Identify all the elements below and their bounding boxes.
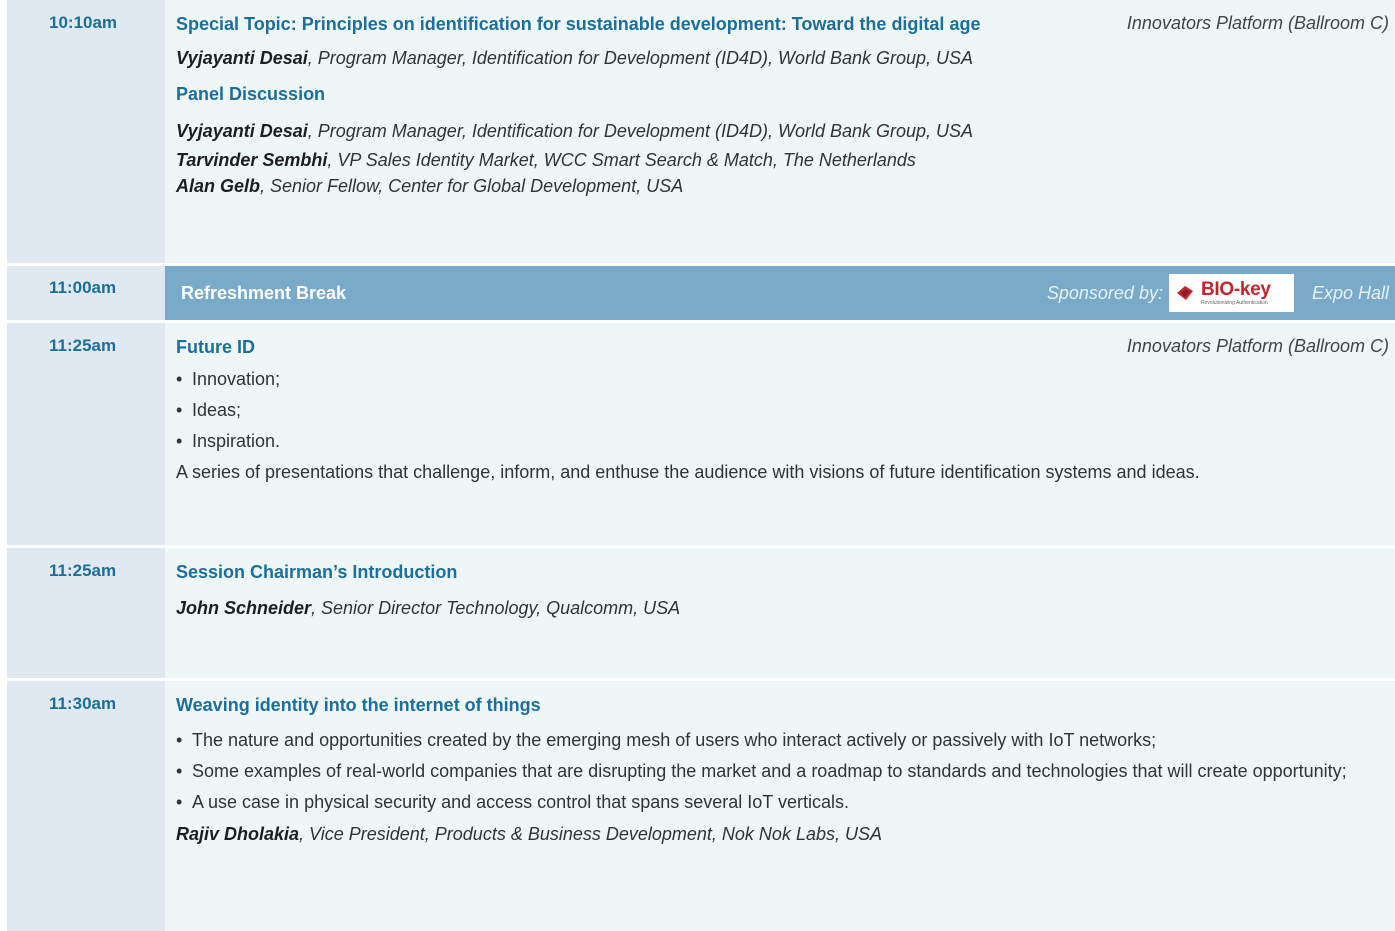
session-content: Special Topic: Principles on identificat… — [165, 0, 1395, 263]
bullet-glyph: • — [176, 431, 183, 451]
speaker-role: , VP Sales Identity Market, WCC Smart Se… — [327, 150, 916, 170]
bullet-item: • Some examples of real-world companies t… — [176, 759, 1389, 783]
bullet-text: The nature and opportunities created by … — [192, 730, 1157, 750]
bullet-text: A use case in physical security and acce… — [192, 792, 849, 812]
session-row: 11:25am Session Chairman’s Introduction … — [7, 548, 1395, 678]
session-row: 11:25am Future ID Innovators Platform (B… — [7, 323, 1395, 545]
speaker-line: John Schneider, Senior Director Technolo… — [176, 595, 1389, 621]
speaker-line: Vyjayanti Desai, Program Manager, Identi… — [176, 115, 1389, 147]
bio-key-mark-icon — [1176, 286, 1193, 300]
panel-title: Panel Discussion — [176, 84, 326, 104]
agenda-page: 10:10am Special Topic: Principles on ide… — [0, 0, 1395, 931]
bullet-text: Inspiration. — [192, 431, 281, 451]
speaker-role: , Senior Director Technology, Qualcomm, … — [311, 598, 681, 618]
bullet-glyph: • — [176, 369, 183, 389]
speaker-name: Rajiv Dholakia — [176, 824, 300, 844]
bullet-item: • Innovation; — [176, 367, 1389, 391]
panel-speakers: Vyjayanti Desai, Program Manager, Identi… — [176, 115, 1389, 199]
bullet-item: • A use case in physical security and acc… — [176, 790, 1389, 814]
bullet-list: • Innovation; • Ideas; • Inspiration. — [176, 367, 1389, 453]
sponsored-label: Sponsored by: — [1046, 282, 1163, 303]
session-content: Weaving identity into the internet of th… — [165, 681, 1395, 931]
speaker-role: , Program Manager, Identification for De… — [307, 121, 974, 141]
session-row: 11:30am Weaving identity into the intern… — [7, 681, 1395, 931]
sponsor-logo-text: BIO-key Revolutionizing Authentication — [1201, 280, 1271, 306]
session-time: 11:25am — [7, 548, 165, 678]
bullet-item: • Ideas; — [176, 398, 1389, 422]
bullet-glyph: • — [176, 730, 183, 750]
break-content: Refreshment Break Sponsored by: BIO-key … — [165, 266, 1395, 320]
speaker-name: Alan Gelb — [176, 176, 261, 196]
speaker-role: , Senior Fellow, Center for Global Devel… — [260, 176, 684, 196]
break-row: 11:00am Refreshment Break Sponsored by: … — [7, 266, 1395, 320]
speaker-line: Vyjayanti Desai, Program Manager, Identi… — [176, 45, 1389, 71]
bullet-glyph: • — [176, 400, 183, 420]
session-location: Expo Hall — [1311, 282, 1389, 303]
sponsor-logo[interactable]: BIO-key Revolutionizing Authentication — [1168, 274, 1294, 312]
session-location: Innovators Platform (Ballroom C) — [1126, 336, 1389, 356]
bullet-item: • The nature and opportunities created by… — [176, 728, 1389, 752]
session-time: 11:25am — [7, 323, 165, 545]
session-time: 10:10am — [7, 0, 165, 263]
bullet-text: Innovation; — [192, 369, 281, 389]
speaker-line: Tarvinder Sembhi, VP Sales Identity Mark… — [176, 147, 1389, 173]
speaker-line: Rajiv Dholakia, Vice President, Products… — [176, 821, 1389, 847]
speaker-role: , Vice President, Products & Business De… — [299, 824, 882, 844]
break-title: Refreshment Break — [181, 282, 347, 303]
bullet-list: • The nature and opportunities created by… — [176, 728, 1389, 814]
session-title: Weaving identity into the internet of th… — [176, 695, 541, 715]
speaker-name: Vyjayanti Desai — [176, 121, 308, 141]
speaker-role: , Program Manager, Identification for De… — [307, 48, 974, 68]
session-time: 11:30am — [7, 681, 165, 931]
bullet-glyph: • — [176, 761, 183, 781]
speaker-line: Alan Gelb, Senior Fellow, Center for Glo… — [176, 173, 1389, 199]
session-title: Session Chairman’s Introduction — [176, 562, 458, 582]
speaker-name: Vyjayanti Desai — [176, 48, 308, 68]
bullet-glyph: • — [176, 792, 183, 812]
bullet-text: Ideas; — [192, 400, 242, 420]
session-content: Future ID Innovators Platform (Ballroom … — [165, 323, 1395, 545]
bullet-text: Some examples of real-world companies th… — [192, 761, 1347, 781]
session-description: A series of presentations that challenge… — [176, 462, 1200, 482]
speaker-name: John Schneider — [176, 598, 312, 618]
sponsor-logo-tagline: Revolutionizing Authentication — [1200, 300, 1268, 306]
session-content: Session Chairman’s Introduction John Sch… — [165, 548, 1395, 678]
session-row: 10:10am Special Topic: Principles on ide… — [7, 0, 1395, 263]
session-time: 11:00am — [7, 266, 165, 320]
speaker-name: Tarvinder Sembhi — [176, 150, 328, 170]
sponsor-logo-name: BIO-key — [1200, 279, 1271, 300]
bullet-item: • Inspiration. — [176, 429, 1389, 453]
session-location: Innovators Platform (Ballroom C) — [1126, 13, 1389, 33]
